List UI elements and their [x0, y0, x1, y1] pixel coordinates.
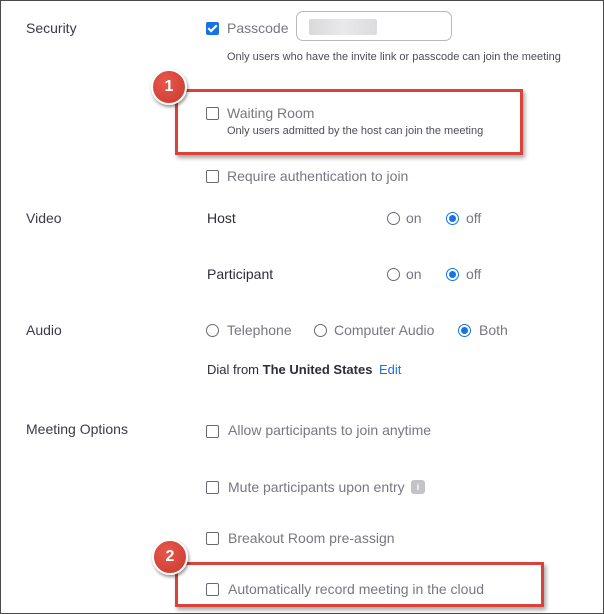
audio-both-radio[interactable]: [458, 324, 471, 337]
waiting-room-checkbox[interactable]: [206, 107, 219, 120]
settings-panel: Security Passcode Only users who have th…: [0, 0, 604, 614]
dial-from-prefix: Dial from: [207, 362, 260, 377]
dial-from-edit-link[interactable]: Edit: [379, 362, 401, 377]
meeting-options-section-label: Meeting Options: [26, 421, 128, 437]
host-video-on-label: on: [406, 210, 422, 226]
audio-both-label: Both: [479, 322, 508, 338]
auto-record-cloud-checkbox[interactable]: [206, 583, 219, 596]
highlight-box-1: [175, 89, 523, 155]
auto-record-cloud-label: Automatically record meeting in the clou…: [228, 581, 485, 597]
participant-video-on-label: on: [406, 266, 422, 282]
host-video-off-radio[interactable]: [446, 212, 459, 225]
video-section-label: Video: [26, 210, 62, 226]
passcode-value-redacted: [309, 19, 377, 35]
video-participant-label: Participant: [207, 266, 274, 282]
annotation-badge-1: 1: [151, 69, 187, 105]
audio-telephone-label: Telephone: [227, 322, 292, 338]
mute-on-entry-checkbox[interactable]: [206, 481, 219, 494]
participant-video-on-radio[interactable]: [387, 268, 400, 281]
join-anytime-label: Allow participants to join anytime: [228, 422, 432, 438]
join-anytime-checkbox[interactable]: [206, 425, 219, 438]
mute-info-icon[interactable]: i: [411, 480, 425, 494]
dial-from-text: Dial from The United States: [207, 362, 372, 377]
waiting-room-hint: Only users admitted by the host can join…: [227, 125, 484, 137]
host-video-on-radio[interactable]: [387, 212, 400, 225]
passcode-input[interactable]: [296, 11, 452, 41]
require-auth-label: Require authentication to join: [227, 168, 409, 184]
audio-computer-label: Computer Audio: [334, 322, 435, 338]
video-host-label: Host: [207, 210, 236, 226]
breakout-preassign-checkbox[interactable]: [206, 532, 219, 545]
audio-section-label: Audio: [26, 322, 62, 338]
participant-video-off-label: off: [466, 266, 482, 282]
security-section-label: Security: [26, 20, 77, 36]
breakout-preassign-label: Breakout Room pre-assign: [228, 530, 395, 546]
require-auth-checkbox[interactable]: [206, 170, 219, 183]
mute-on-entry-label: Mute participants upon entry: [228, 479, 405, 495]
audio-computer-radio[interactable]: [314, 324, 327, 337]
passcode-hint: Only users who have the invite link or p…: [227, 51, 561, 63]
audio-telephone-radio[interactable]: [206, 324, 219, 337]
annotation-badge-2: 2: [152, 539, 188, 575]
passcode-checkbox[interactable]: [206, 22, 219, 35]
dial-from-country: The United States: [262, 362, 373, 377]
participant-video-off-radio[interactable]: [446, 268, 459, 281]
passcode-label: Passcode: [227, 20, 289, 36]
waiting-room-label: Waiting Room: [227, 105, 315, 121]
host-video-off-label: off: [466, 210, 482, 226]
